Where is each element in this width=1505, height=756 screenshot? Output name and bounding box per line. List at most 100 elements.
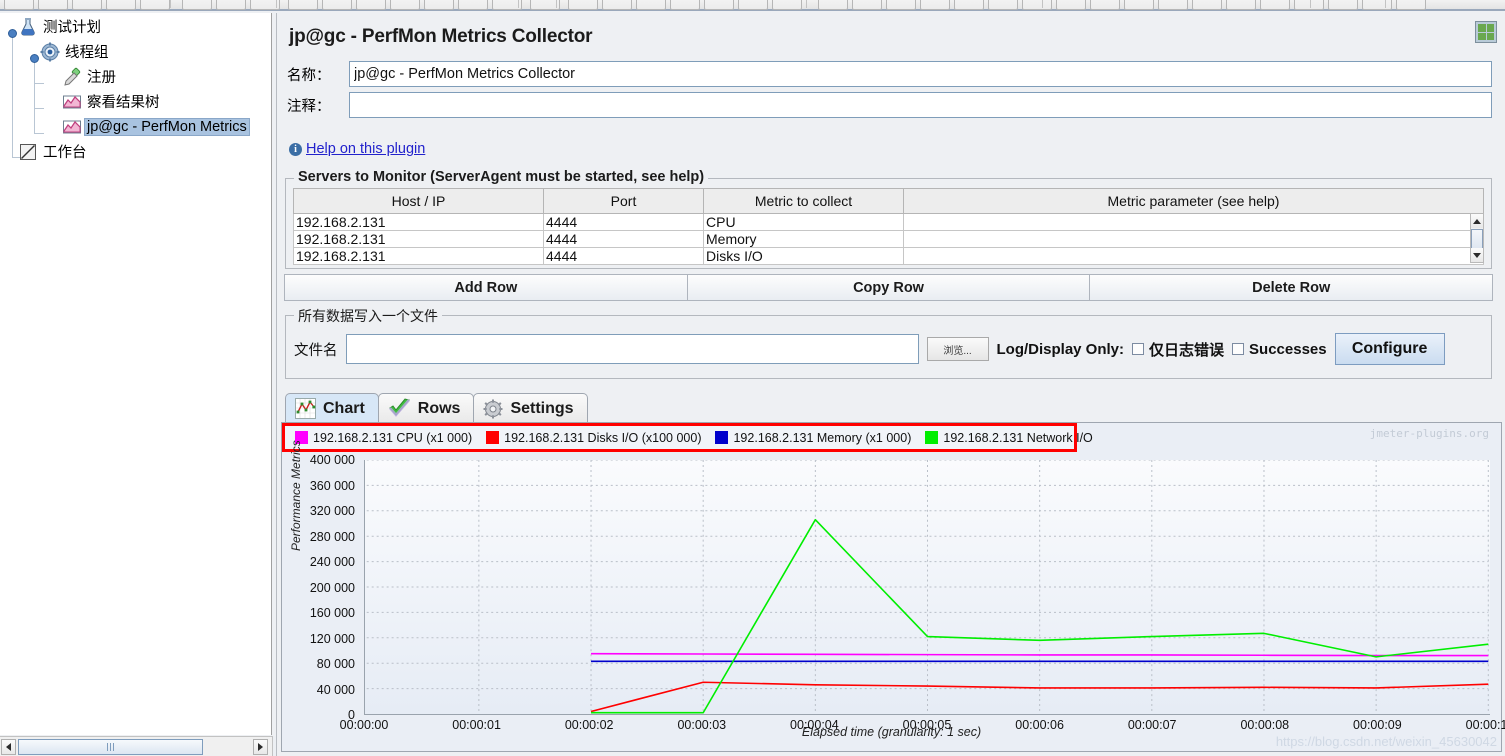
scroll-up-arrow[interactable]	[1471, 214, 1483, 228]
successes-checkbox[interactable]	[1232, 343, 1244, 355]
table-cell[interactable]: 192.168.2.131	[294, 214, 544, 231]
toolbar-button[interactable]	[920, 0, 950, 10]
table-cell[interactable]	[904, 248, 1484, 265]
toolbar-button[interactable]	[322, 0, 352, 10]
scroll-right-arrow[interactable]	[253, 739, 268, 755]
toolbar-button[interactable]	[1294, 0, 1324, 10]
table-cell[interactable]: CPU	[704, 214, 904, 231]
toolbar-button[interactable]	[738, 0, 768, 10]
table-column-header[interactable]: Host / IP	[294, 189, 544, 214]
table-cell[interactable]: 4444	[544, 231, 704, 248]
toolbar-button[interactable]	[818, 0, 848, 10]
table-cell[interactable]: Disks I/O	[704, 248, 904, 265]
toolbar-button[interactable]	[140, 0, 170, 10]
legend-item[interactable]: 192.168.2.131 Disks I/O (x100 000)	[486, 431, 701, 445]
successes-checkbox-row[interactable]: Successes	[1232, 341, 1327, 358]
errors-checkbox[interactable]	[1132, 343, 1144, 355]
errors-checkbox-row[interactable]: 仅日志错误	[1132, 339, 1224, 360]
test-plan-tree[interactable]: 测试计划线程组注册察看结果树jp@gc - PerfMon Metrics工作台	[0, 13, 272, 735]
toolbar-button[interactable]	[216, 0, 246, 10]
toolbar-button[interactable]	[1158, 0, 1188, 10]
tree-item-5[interactable]: 工作台	[18, 139, 90, 164]
tree-item-0[interactable]: 测试计划	[18, 14, 104, 39]
toolbar-button[interactable]	[38, 0, 68, 10]
table-row[interactable]: 192.168.2.1314444Disks I/O	[294, 248, 1484, 265]
tree-item-1[interactable]: 线程组	[40, 39, 112, 64]
toolbar-button[interactable]	[1226, 0, 1256, 10]
table-column-header[interactable]: Metric parameter (see help)	[904, 189, 1484, 214]
toolbar-button[interactable]	[886, 0, 916, 10]
table-cell[interactable]: 192.168.2.131	[294, 231, 544, 248]
table-column-header[interactable]: Metric to collect	[704, 189, 904, 214]
toolbar-button[interactable]	[1124, 0, 1154, 10]
table-cell[interactable]: 192.168.2.131	[294, 248, 544, 265]
legend-item[interactable]: 192.168.2.131 CPU (x1 000)	[295, 431, 472, 445]
scroll-thumb[interactable]	[18, 739, 203, 755]
tab-chart[interactable]: Chart	[285, 393, 379, 423]
name-input[interactable]	[349, 61, 1492, 87]
scroll-thumb[interactable]	[1471, 229, 1483, 249]
toolbar-button[interactable]	[1056, 0, 1086, 10]
toolbar-button[interactable]	[458, 0, 488, 10]
table-cell[interactable]: 4444	[544, 248, 704, 265]
x-axis-tick-label: 00:00:00	[340, 718, 389, 732]
toolbar-button[interactable]	[72, 0, 102, 10]
table-vertical-scrollbar[interactable]	[1470, 213, 1484, 263]
grip-line-icon	[110, 743, 111, 751]
toolbar-button[interactable]	[988, 0, 1018, 10]
toolbar-button[interactable]	[182, 0, 212, 10]
toolbar-button[interactable]	[1396, 0, 1426, 10]
toolbar-button[interactable]	[602, 0, 632, 10]
table-cell[interactable]	[904, 231, 1484, 248]
toolbar-button[interactable]	[954, 0, 984, 10]
toolbar-button[interactable]	[1022, 0, 1052, 10]
toolbar-button[interactable]	[704, 0, 734, 10]
toolbar-button[interactable]	[1328, 0, 1358, 10]
toolbar-button[interactable]	[1362, 0, 1392, 10]
tree-item-3[interactable]: 察看结果树	[62, 89, 163, 114]
toolbar-button[interactable]	[4, 0, 34, 10]
table-cell[interactable]: Memory	[704, 231, 904, 248]
table-row[interactable]: 192.168.2.1314444Memory	[294, 231, 1484, 248]
toolbar-button[interactable]	[390, 0, 420, 10]
toolbar-button[interactable]	[1090, 0, 1120, 10]
toolbar-button[interactable]	[106, 0, 136, 10]
tree-expand-handle[interactable]	[30, 54, 39, 63]
legend-item[interactable]: 192.168.2.131 Network I/O	[925, 431, 1092, 445]
scroll-left-arrow[interactable]	[1, 739, 16, 755]
legend-label: 192.168.2.131 Memory (x1 000)	[733, 431, 911, 445]
browse-button[interactable]: 浏览...	[927, 337, 989, 361]
scroll-down-arrow[interactable]	[1471, 248, 1483, 262]
tab-rows[interactable]: Rows	[378, 393, 475, 423]
tree-horizontal-scrollbar[interactable]	[0, 736, 272, 756]
toolbar-button[interactable]	[424, 0, 454, 10]
add-row-button[interactable]: Add Row	[284, 274, 688, 301]
toolbar-button[interactable]	[1192, 0, 1222, 10]
servers-table[interactable]: Host / IPPortMetric to collectMetric par…	[293, 188, 1483, 265]
configure-button[interactable]: Configure	[1335, 333, 1445, 365]
toolbar-button[interactable]	[1260, 0, 1290, 10]
tree-item-4[interactable]: jp@gc - PerfMon Metrics	[62, 114, 250, 139]
toolbar-button[interactable]	[636, 0, 666, 10]
toolbar-button[interactable]	[568, 0, 598, 10]
legend-item[interactable]: 192.168.2.131 Memory (x1 000)	[715, 431, 911, 445]
toolbar-button[interactable]	[852, 0, 882, 10]
table-cell[interactable]	[904, 214, 1484, 231]
help-on-plugin-link[interactable]: Help on this plugin	[306, 141, 425, 157]
tree-item-label: 注册	[84, 65, 119, 88]
toolbar-button[interactable]	[288, 0, 318, 10]
copy-row-button[interactable]: Copy Row	[687, 274, 1091, 301]
table-cell[interactable]: 4444	[544, 214, 704, 231]
toolbar-button[interactable]	[356, 0, 386, 10]
table-row[interactable]: 192.168.2.1314444CPU	[294, 214, 1484, 231]
legend-label: 192.168.2.131 Disks I/O (x100 000)	[504, 431, 701, 445]
toolbar-button[interactable]	[772, 0, 802, 10]
tree-expand-handle[interactable]	[8, 29, 17, 38]
comment-input[interactable]	[349, 92, 1492, 118]
delete-row-button[interactable]: Delete Row	[1089, 274, 1493, 301]
table-column-header[interactable]: Port	[544, 189, 704, 214]
tab-settings[interactable]: Settings	[473, 393, 587, 423]
filename-input[interactable]	[346, 334, 919, 364]
tree-item-2[interactable]: 注册	[62, 64, 119, 89]
toolbar-button[interactable]	[670, 0, 700, 10]
